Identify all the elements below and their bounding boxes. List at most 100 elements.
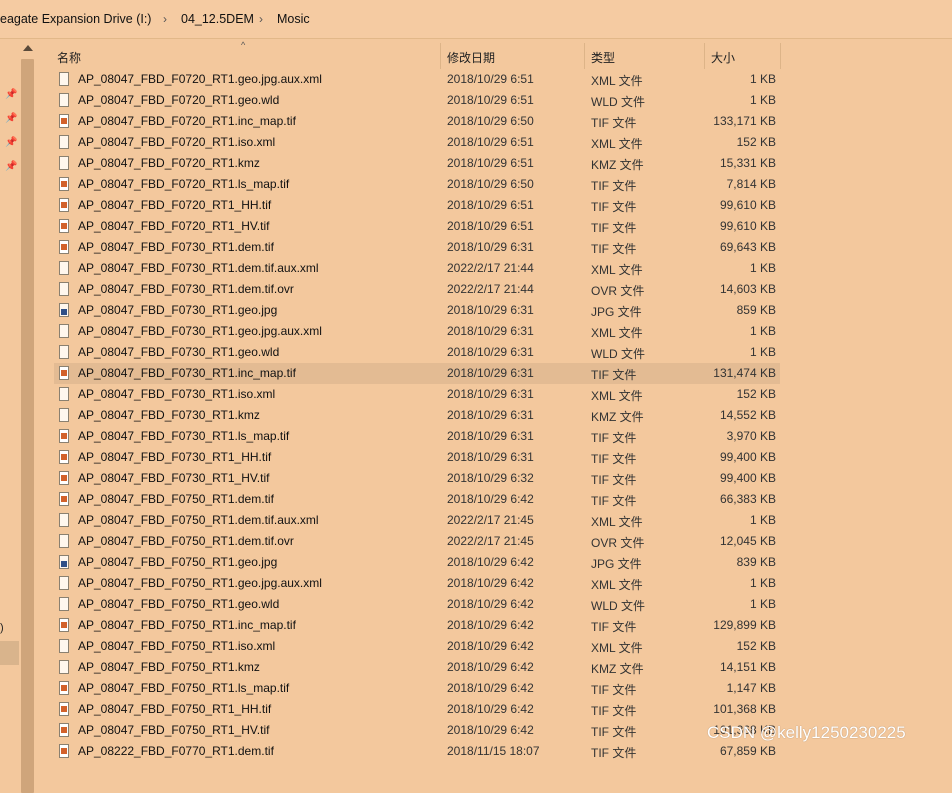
file-row[interactable]: AP_08047_FBD_F0730_RT1.ls_map.tif 2018/10… [54, 426, 780, 447]
file-row[interactable]: AP_08047_FBD_F0750_RT1.kmz 2018/10/29 6:4… [54, 657, 780, 678]
tif-file-icon [59, 114, 69, 128]
file-row[interactable]: AP_08047_FBD_F0750_RT1.dem.tif.ovr 2022/2… [54, 531, 780, 552]
file-name: AP_08047_FBD_F0730_RT1.inc_map.tif [78, 366, 296, 380]
column-header-date[interactable]: 修改日期 [447, 49, 495, 66]
file-row[interactable]: AP_08047_FBD_F0730_RT1.dem.tif 2018/10/29… [54, 237, 780, 258]
file-row[interactable]: AP_08047_FBD_F0750_RT1_HH.tif 2018/10/29 … [54, 699, 780, 720]
column-divider[interactable] [440, 43, 441, 69]
file-type: XML 文件 [591, 641, 643, 655]
file-row[interactable]: AP_08047_FBD_F0750_RT1.geo.wld 2018/10/29… [54, 594, 780, 615]
file-date: 2022/2/17 21:44 [447, 282, 534, 296]
document-file-icon [59, 408, 69, 422]
file-row[interactable]: AP_08047_FBD_F0720_RT1.kmz 2018/10/29 6:5… [54, 153, 780, 174]
sort-ascending-icon: ^ [241, 40, 246, 50]
file-name: AP_08047_FBD_F0730_RT1_HH.tif [78, 450, 272, 464]
file-type: WLD 文件 [591, 95, 646, 109]
file-row[interactable]: AP_08047_FBD_F0730_RT1.dem.tif.aux.xml 20… [54, 258, 780, 279]
file-type: KMZ 文件 [591, 158, 644, 172]
file-row[interactable]: AP_08047_FBD_F0720_RT1_HV.tif 2018/10/29 … [54, 216, 780, 237]
nav-item-selected[interactable] [0, 641, 19, 665]
file-date: 2022/2/17 21:45 [447, 513, 534, 527]
file-type: OVR 文件 [591, 284, 645, 298]
file-row[interactable]: AP_08047_FBD_F0750_RT1.dem.tif.aux.xml 20… [54, 510, 780, 531]
document-file-icon [59, 324, 69, 338]
file-size: 101,368 KB [713, 702, 776, 716]
file-size: 1 KB [749, 576, 776, 590]
file-row[interactable]: AP_08047_FBD_F0720_RT1.ls_map.tif 2018/10… [54, 174, 780, 195]
file-row[interactable]: AP_08047_FBD_F0750_RT1.ls_map.tif 2018/10… [54, 678, 780, 699]
scrollbar-thumb[interactable] [21, 59, 34, 793]
file-row[interactable]: AP_08047_FBD_F0720_RT1_HH.tif 2018/10/29 … [54, 195, 780, 216]
document-file-icon [59, 135, 69, 149]
file-row[interactable]: AP_08047_FBD_F0720_RT1.iso.xml 2018/10/29… [54, 132, 780, 153]
file-name: AP_08047_FBD_F0730_RT1.dem.tif.aux.xml [78, 261, 319, 275]
file-row[interactable]: AP_08047_FBD_F0730_RT1.geo.jpg.aux.xml 20… [54, 321, 780, 342]
file-row[interactable]: AP_08047_FBD_F0750_RT1.geo.jpg.aux.xml 20… [54, 573, 780, 594]
file-size: 152 KB [736, 639, 776, 653]
breadcrumb-folder-dem[interactable]: 04_12.5DEM [181, 12, 254, 26]
file-size: 15,331 KB [719, 156, 776, 170]
file-name: AP_08047_FBD_F0730_RT1.iso.xml [78, 387, 276, 401]
file-row[interactable]: AP_08047_FBD_F0720_RT1.geo.jpg.aux.xml 20… [54, 69, 780, 90]
file-size: 133,171 KB [713, 114, 776, 128]
file-row[interactable]: AP_08047_FBD_F0750_RT1.dem.tif 2018/10/29… [54, 489, 780, 510]
column-divider[interactable] [704, 43, 705, 69]
file-date: 2018/10/29 6:32 [447, 471, 534, 485]
file-type: TIF 文件 [591, 494, 637, 508]
address-bar[interactable]: eagate Expansion Drive (I:) › 04_12.5DEM… [0, 0, 952, 39]
scroll-up-arrow-icon[interactable] [23, 45, 33, 51]
file-row[interactable]: AP_08047_FBD_F0750_RT1.geo.jpg 2018/10/29… [54, 552, 780, 573]
tif-file-icon [59, 492, 69, 506]
column-header-type[interactable]: 类型 [591, 49, 615, 66]
file-row[interactable]: AP_08047_FBD_F0750_RT1_HV.tif 2018/10/29 … [54, 720, 780, 741]
file-row[interactable]: AP_08047_FBD_F0730_RT1.geo.wld 2018/10/29… [54, 342, 780, 363]
vertical-scrollbar[interactable] [19, 39, 36, 793]
column-divider[interactable] [584, 43, 585, 69]
file-type: JPG 文件 [591, 305, 642, 319]
file-row[interactable]: AP_08047_FBD_F0730_RT1_HV.tif 2018/10/29 … [54, 468, 780, 489]
breadcrumb-separator-icon[interactable]: › [163, 12, 167, 26]
file-row[interactable]: AP_08047_FBD_F0730_RT1.kmz 2018/10/29 6:3… [54, 405, 780, 426]
file-row[interactable]: AP_08047_FBD_F0730_RT1.dem.tif.ovr 2022/2… [54, 279, 780, 300]
file-date: 2018/10/29 6:51 [447, 156, 534, 170]
file-row[interactable]: AP_08047_FBD_F0730_RT1.inc_map.tif 2018/1… [54, 363, 780, 384]
document-file-icon [59, 387, 69, 401]
file-row[interactable]: AP_08047_FBD_F0730_RT1.geo.jpg 2018/10/29… [54, 300, 780, 321]
file-size: 859 KB [736, 303, 776, 317]
nav-item-label[interactable]: ) [0, 622, 4, 634]
file-row[interactable]: AP_08047_FBD_F0750_RT1.inc_map.tif 2018/1… [54, 615, 780, 636]
document-file-icon [59, 639, 69, 653]
file-row[interactable]: AP_08222_FBD_F0770_RT1.dem.tif 2018/11/15… [54, 741, 780, 762]
file-type: JPG 文件 [591, 557, 642, 571]
file-row[interactable]: AP_08047_FBD_F0730_RT1_HH.tif 2018/10/29 … [54, 447, 780, 468]
column-header-name[interactable]: 名称 [57, 49, 81, 66]
file-date: 2018/10/29 6:31 [447, 324, 534, 338]
file-date: 2018/10/29 6:50 [447, 177, 534, 191]
tif-file-icon [59, 198, 69, 212]
file-row[interactable]: AP_08047_FBD_F0720_RT1.geo.wld 2018/10/29… [54, 90, 780, 111]
file-name: AP_08047_FBD_F0720_RT1.inc_map.tif [78, 114, 296, 128]
file-row[interactable]: AP_08047_FBD_F0720_RT1.inc_map.tif 2018/1… [54, 111, 780, 132]
file-type: TIF 文件 [591, 116, 637, 130]
column-header-size[interactable]: 大小 [711, 49, 735, 66]
file-name: AP_08047_FBD_F0750_RT1_HH.tif [78, 702, 272, 716]
file-name: AP_08047_FBD_F0750_RT1.ls_map.tif [78, 681, 290, 695]
file-date: 2018/10/29 6:42 [447, 597, 534, 611]
file-name: AP_08047_FBD_F0720_RT1.geo.jpg.aux.xml [78, 72, 322, 86]
file-name: AP_08047_FBD_F0720_RT1_HV.tif [78, 219, 270, 233]
file-row[interactable]: AP_08047_FBD_F0730_RT1.iso.xml 2018/10/29… [54, 384, 780, 405]
file-row[interactable]: AP_08047_FBD_F0750_RT1.iso.xml 2018/10/29… [54, 636, 780, 657]
file-name: AP_08047_FBD_F0750_RT1_HV.tif [78, 723, 270, 737]
column-divider[interactable] [780, 43, 781, 69]
tif-file-icon [59, 366, 69, 380]
file-size: 99,610 KB [719, 198, 776, 212]
breadcrumb-separator-icon[interactable]: › [259, 12, 263, 26]
file-type: TIF 文件 [591, 746, 637, 760]
breadcrumb-drive[interactable]: eagate Expansion Drive (I:) [0, 12, 151, 26]
breadcrumb-folder-mosic[interactable]: Mosic [277, 12, 310, 26]
file-date: 2018/10/29 6:50 [447, 114, 534, 128]
tif-file-icon [59, 429, 69, 443]
file-size: 1 KB [749, 93, 776, 107]
file-size: 99,400 KB [719, 450, 776, 464]
file-date: 2018/10/29 6:42 [447, 639, 534, 653]
